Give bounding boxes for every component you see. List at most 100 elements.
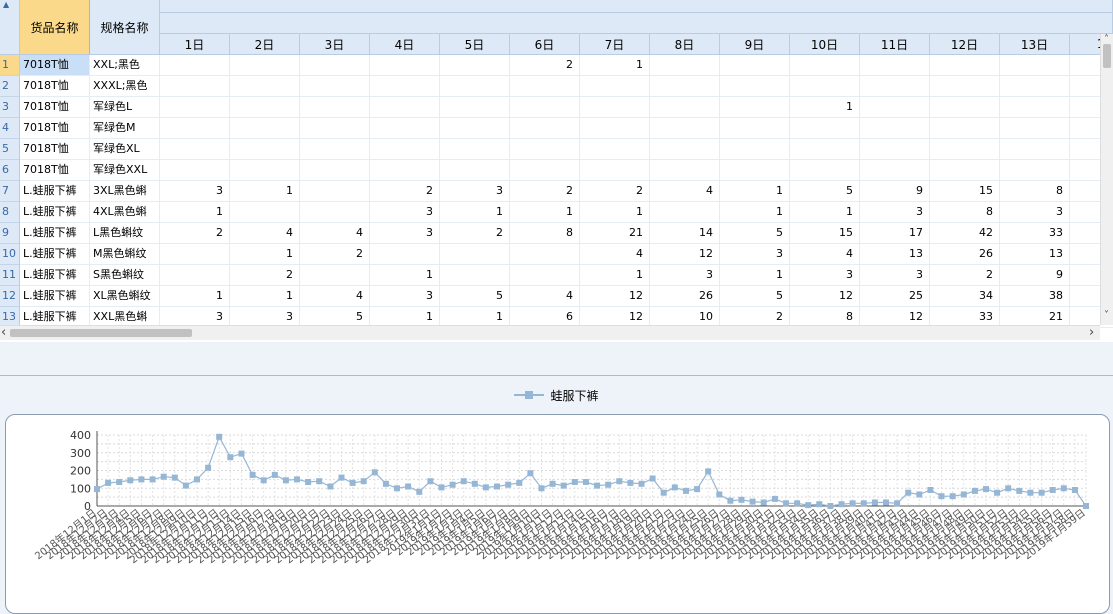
cell-day-value[interactable] xyxy=(860,160,930,181)
cell-day-value[interactable] xyxy=(440,265,510,286)
cell-spec-name[interactable]: 军绿色XL xyxy=(90,139,160,160)
cell-day-value[interactable] xyxy=(300,181,370,202)
cell-day-value[interactable]: 5 xyxy=(720,223,790,244)
cell-day-value[interactable] xyxy=(580,160,650,181)
day-header[interactable]: 8日 xyxy=(650,34,720,55)
cell-day-value[interactable]: 1 xyxy=(720,202,790,223)
cell-day-value[interactable]: 2 xyxy=(160,223,230,244)
cell-day-value[interactable]: 2 xyxy=(510,55,580,76)
cell-product-name[interactable]: L.蛙服下裤 xyxy=(20,223,90,244)
cell-day-value[interactable]: 1 xyxy=(230,244,300,265)
cell-spec-name[interactable]: M黑色蝌纹 xyxy=(90,244,160,265)
day-header[interactable]: 12日 xyxy=(930,34,1000,55)
cell-day-value[interactable]: 4 xyxy=(300,286,370,307)
cell-day-value[interactable] xyxy=(650,76,720,97)
cell-day-value[interactable] xyxy=(230,55,300,76)
cell-day-value[interactable] xyxy=(790,160,860,181)
cell-day-value[interactable] xyxy=(370,160,440,181)
cell-day-value[interactable] xyxy=(930,139,1000,160)
cell-day-value[interactable] xyxy=(790,118,860,139)
row-number[interactable]: 12 xyxy=(0,286,20,307)
cell-day-value[interactable] xyxy=(440,118,510,139)
cell-day-value[interactable] xyxy=(510,118,580,139)
day-header[interactable]: 13日 xyxy=(1000,34,1070,55)
cell-day-value[interactable]: 8 xyxy=(1000,181,1070,202)
cell-day-value[interactable] xyxy=(1000,97,1070,118)
cell-day-value[interactable] xyxy=(510,76,580,97)
row-number[interactable]: 2 xyxy=(0,76,20,97)
header-product-name[interactable]: 货品名称 xyxy=(20,0,90,55)
cell-spec-name[interactable]: XXXL;黑色 xyxy=(90,76,160,97)
cell-day-value[interactable] xyxy=(930,97,1000,118)
cell-day-value[interactable] xyxy=(860,139,930,160)
cell-day-value[interactable] xyxy=(650,118,720,139)
cell-spec-name[interactable]: 4XL黑色蝌 xyxy=(90,202,160,223)
cell-day-value[interactable]: 25 xyxy=(860,286,930,307)
cell-day-value[interactable]: 15 xyxy=(790,223,860,244)
cell-day-value[interactable] xyxy=(790,55,860,76)
cell-day-value[interactable] xyxy=(440,244,510,265)
cell-day-value[interactable] xyxy=(300,76,370,97)
cell-day-value[interactable] xyxy=(580,76,650,97)
cell-spec-name[interactable]: XXL;黑色 xyxy=(90,55,160,76)
cell-day-value[interactable] xyxy=(650,55,720,76)
cell-product-name[interactable]: L.蛙服下裤 xyxy=(20,202,90,223)
cell-day-value[interactable]: 3 xyxy=(720,244,790,265)
cell-day-value[interactable]: 13 xyxy=(860,244,930,265)
cell-day-value[interactable] xyxy=(930,76,1000,97)
cell-spec-name[interactable]: L黑色蝌纹 xyxy=(90,223,160,244)
cell-day-value[interactable]: 12 xyxy=(650,244,720,265)
cell-day-value[interactable] xyxy=(160,76,230,97)
cell-product-name[interactable]: 7018T恤 xyxy=(20,118,90,139)
cell-day-value[interactable] xyxy=(370,118,440,139)
cell-day-value[interactable]: 1 xyxy=(580,202,650,223)
row-number[interactable]: 8 xyxy=(0,202,20,223)
cell-day-value[interactable] xyxy=(720,160,790,181)
cell-day-value[interactable] xyxy=(300,55,370,76)
cell-day-value[interactable]: 1 xyxy=(790,97,860,118)
cell-day-value[interactable] xyxy=(440,160,510,181)
cell-day-value[interactable] xyxy=(580,139,650,160)
cell-day-value[interactable] xyxy=(370,76,440,97)
day-header[interactable]: 9日 xyxy=(720,34,790,55)
cell-day-value[interactable] xyxy=(720,97,790,118)
cell-day-value[interactable]: 2 xyxy=(300,244,370,265)
chart-legend[interactable]: 蛙服下裤 xyxy=(0,385,1113,405)
cell-day-value[interactable] xyxy=(160,160,230,181)
cell-day-value[interactable] xyxy=(370,55,440,76)
row-number[interactable]: 3 xyxy=(0,97,20,118)
cell-day-value[interactable]: 1 xyxy=(580,265,650,286)
cell-day-value[interactable] xyxy=(300,139,370,160)
cell-day-value[interactable] xyxy=(230,97,300,118)
cell-day-value[interactable]: 26 xyxy=(650,286,720,307)
cell-day-value[interactable]: 12 xyxy=(790,286,860,307)
day-header[interactable]: 6日 xyxy=(510,34,580,55)
cell-day-value[interactable]: 3 xyxy=(650,265,720,286)
cell-day-value[interactable]: 2 xyxy=(230,265,300,286)
cell-spec-name[interactable]: 军绿色M xyxy=(90,118,160,139)
cell-day-value[interactable] xyxy=(720,139,790,160)
cell-day-value[interactable] xyxy=(650,139,720,160)
scroll-down-icon[interactable]: ˅ xyxy=(1104,310,1109,322)
cell-day-value[interactable] xyxy=(230,160,300,181)
cell-day-value[interactable] xyxy=(510,97,580,118)
row-number[interactable]: 9 xyxy=(0,223,20,244)
cell-day-value[interactable]: 1 xyxy=(230,286,300,307)
cell-spec-name[interactable]: 军绿色L xyxy=(90,97,160,118)
cell-day-value[interactable]: 2 xyxy=(510,181,580,202)
cell-day-value[interactable]: 38 xyxy=(1000,286,1070,307)
cell-day-value[interactable]: 1 xyxy=(370,265,440,286)
row-number[interactable]: 5 xyxy=(0,139,20,160)
row-number[interactable]: 11 xyxy=(0,265,20,286)
panel-splitter[interactable] xyxy=(0,375,1113,376)
cell-day-value[interactable] xyxy=(790,139,860,160)
cell-day-value[interactable]: 3 xyxy=(370,223,440,244)
cell-product-name[interactable]: L.蛙服下裤 xyxy=(20,286,90,307)
cell-day-value[interactable]: 3 xyxy=(370,202,440,223)
cell-spec-name[interactable]: 军绿色XXL xyxy=(90,160,160,181)
grid-corner[interactable]: ▲ xyxy=(0,0,20,55)
cell-day-value[interactable] xyxy=(860,76,930,97)
horizontal-scroll-thumb[interactable] xyxy=(10,329,192,337)
cell-product-name[interactable]: 7018T恤 xyxy=(20,160,90,181)
day-header[interactable]: 3日 xyxy=(300,34,370,55)
